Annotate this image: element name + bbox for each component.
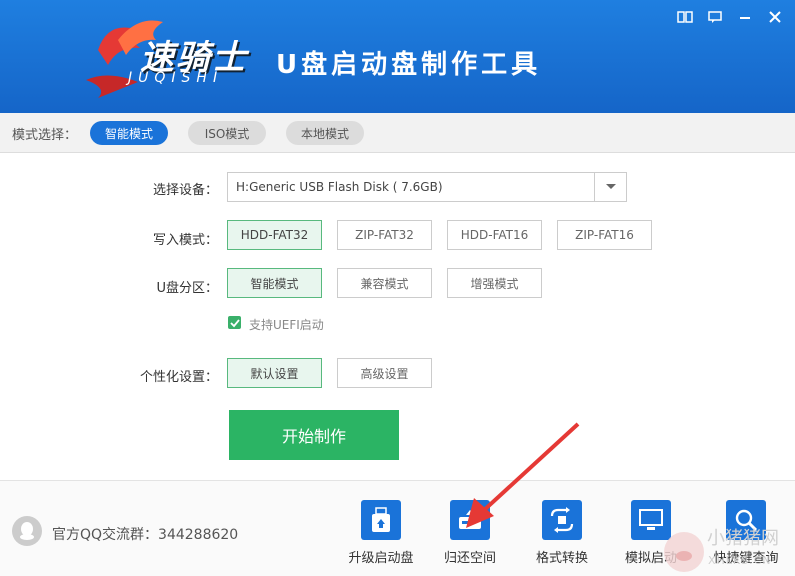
partition-label: U盘分区：: [156, 281, 218, 296]
minimize-icon[interactable]: [733, 8, 757, 26]
convert-icon: [542, 500, 582, 540]
format-convert-label: 格式转换: [535, 551, 588, 566]
mode-smart-button[interactable]: 智能模式: [90, 121, 168, 145]
write-hdd-fat16-option[interactable]: HDD-FAT16: [447, 220, 542, 250]
watermark-text: 小猪猪网: [707, 528, 779, 549]
write-hdd-fat32-option[interactable]: HDD-FAT32: [227, 220, 322, 250]
mode-iso-button[interactable]: ISO模式: [188, 121, 266, 145]
partition-enhanced-option[interactable]: 增强模式: [447, 268, 542, 298]
mode-label: 模式选择：: [12, 128, 78, 143]
personal-advanced-option[interactable]: 高级设置: [337, 358, 432, 388]
device-select[interactable]: H:Generic USB Flash Disk ( 7.6GB): [227, 172, 627, 202]
logo-subtext: JUQISHI: [128, 70, 224, 86]
message-icon[interactable]: [703, 8, 727, 26]
personal-label: 个性化设置：: [139, 370, 218, 385]
qq-group-text: 官方QQ交流群：344288620: [52, 527, 239, 543]
format-convert-button[interactable]: 格式转换: [522, 500, 602, 566]
write-zip-fat16-option[interactable]: ZIP-FAT16: [557, 220, 652, 250]
mode-local-button[interactable]: 本地模式: [286, 121, 364, 145]
chevron-down-icon[interactable]: [594, 173, 626, 201]
write-mode-label: 写入模式：: [152, 233, 218, 248]
device-select-value: H:Generic USB Flash Disk ( 7.6GB): [236, 180, 443, 194]
personal-default-option[interactable]: 默认设置: [227, 358, 322, 388]
close-icon[interactable]: [763, 8, 787, 26]
upgrade-usb-label: 升级启动盘: [348, 551, 414, 566]
start-make-button[interactable]: 开始制作: [229, 410, 399, 460]
uefi-checkbox[interactable]: [228, 316, 241, 329]
disk-restore-icon: [450, 500, 490, 540]
device-label: 选择设备：: [152, 183, 218, 198]
book-icon[interactable]: [673, 8, 697, 26]
mode-bar: 模式选择： 智能模式 ISO模式 本地模式: [0, 113, 795, 153]
partition-smart-option[interactable]: 智能模式: [227, 268, 322, 298]
partition-compat-option[interactable]: 兼容模式: [337, 268, 432, 298]
usb-upgrade-icon: [361, 500, 401, 540]
restore-space-button[interactable]: 归还空间: [430, 500, 510, 566]
app-title: U盘启动盘制作工具: [276, 50, 542, 80]
uefi-label[interactable]: 支持UEFI启动: [249, 316, 324, 333]
title-bar: 速骑士 JUQISHI U盘启动盘制作工具: [0, 0, 795, 113]
watermark-subtext: XHLKS.CN: [708, 554, 772, 567]
qq-icon: [12, 516, 42, 546]
restore-space-label: 归还空间: [443, 551, 496, 566]
write-zip-fat32-option[interactable]: ZIP-FAT32: [337, 220, 432, 250]
upgrade-usb-button[interactable]: 升级启动盘: [341, 500, 421, 566]
